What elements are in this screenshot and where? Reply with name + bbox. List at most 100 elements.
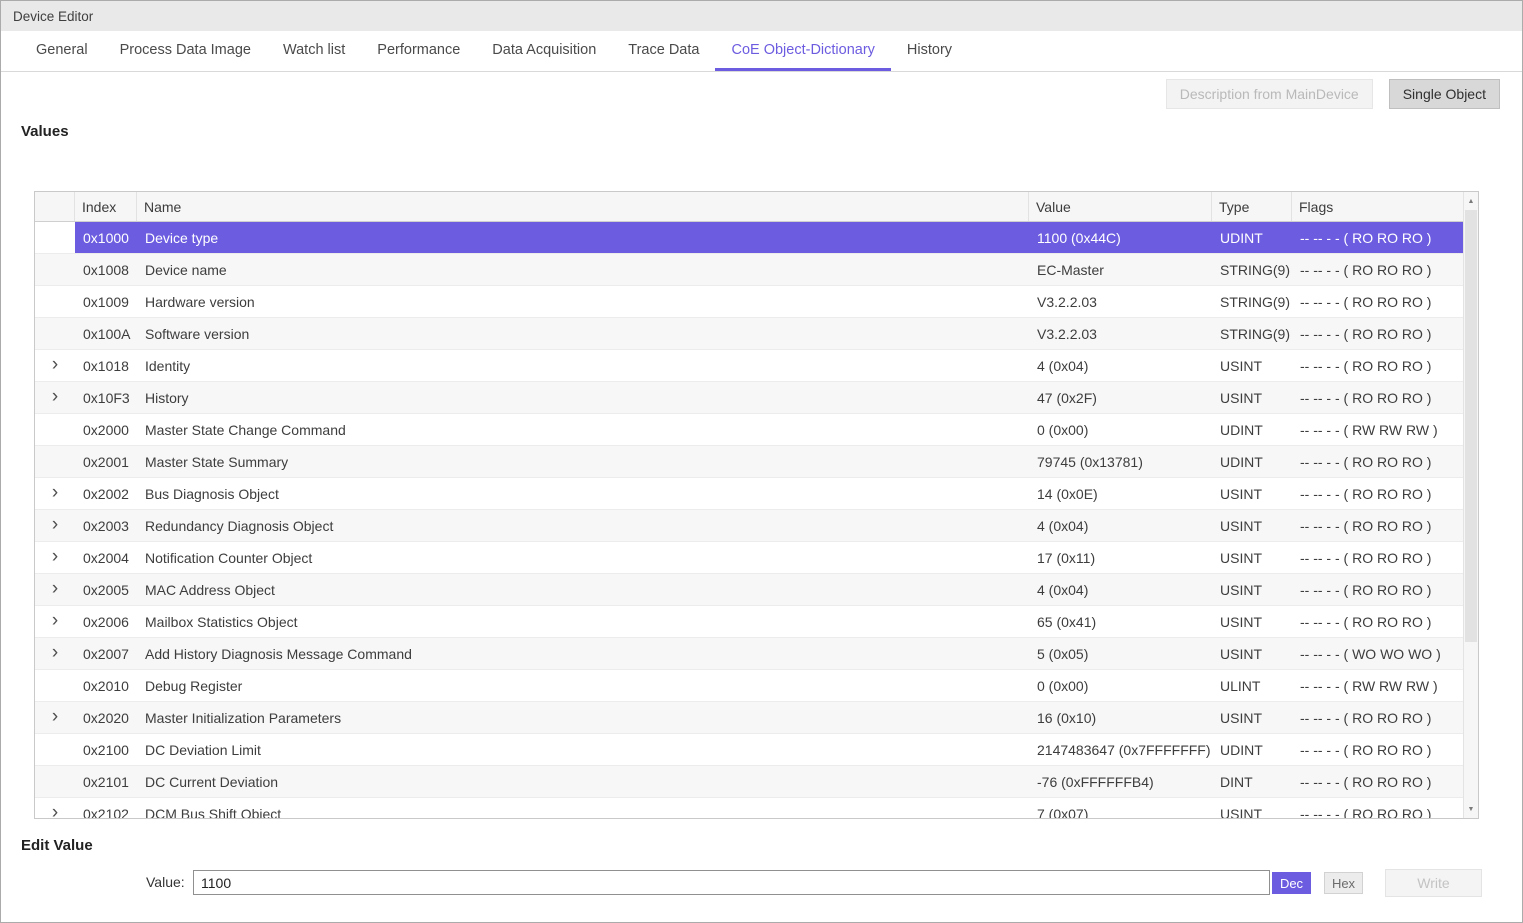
scrollbar-thumb[interactable]	[1465, 210, 1477, 642]
table-body: 0x1000Device type1100 (0x44C)UDINT-- -- …	[35, 222, 1463, 818]
table-row[interactable]: 0x1009Hardware versionV3.2.2.03STRING(9)…	[35, 286, 1463, 318]
row-value: -76 (0xFFFFFFB4)	[1029, 766, 1212, 797]
column-header-type[interactable]: Type	[1212, 192, 1292, 221]
tab-general[interactable]: General	[20, 31, 104, 71]
row-index: 0x100A	[75, 318, 137, 349]
row-type: DINT	[1212, 766, 1292, 797]
row-value: 4 (0x04)	[1029, 350, 1212, 381]
row-name: Notification Counter Object	[137, 542, 1029, 573]
toolbar: Description from MainDevice Single Objec…	[1166, 79, 1500, 109]
column-header-index[interactable]: Index	[75, 192, 137, 221]
row-name: Software version	[137, 318, 1029, 349]
table-row[interactable]: 0x1000Device type1100 (0x44C)UDINT-- -- …	[35, 222, 1463, 254]
expand-chevron-icon[interactable]: ›	[52, 707, 58, 726]
table-row[interactable]: ›0x2020Master Initialization Parameters1…	[35, 702, 1463, 734]
tab-watch-list[interactable]: Watch list	[267, 31, 361, 71]
expand-chevron-icon[interactable]: ›	[52, 547, 58, 566]
row-flags: -- -- - - ( RW RW RW )	[1292, 670, 1463, 701]
row-index: 0x2102	[75, 798, 137, 818]
expand-chevron-icon[interactable]: ›	[52, 483, 58, 502]
tab-history[interactable]: History	[891, 31, 968, 71]
tab-coe-object-dictionary[interactable]: CoE Object-Dictionary	[715, 31, 890, 71]
table-row[interactable]: ›0x2003Redundancy Diagnosis Object4 (0x0…	[35, 510, 1463, 542]
row-type: USINT	[1212, 638, 1292, 669]
table-row[interactable]: ›0x2005MAC Address Object4 (0x04)USINT--…	[35, 574, 1463, 606]
hex-button[interactable]: Hex	[1324, 872, 1363, 894]
expander-cell-empty	[35, 734, 75, 765]
row-flags: -- -- - - ( WO WO WO )	[1292, 638, 1463, 669]
expand-chevron-icon[interactable]: ›	[52, 515, 58, 534]
table-scrollbar[interactable]: ▲ ▼	[1463, 192, 1478, 818]
table-row[interactable]: ›0x2004Notification Counter Object17 (0x…	[35, 542, 1463, 574]
tab-performance[interactable]: Performance	[361, 31, 476, 71]
row-name: Mailbox Statistics Object	[137, 606, 1029, 637]
single-object-button[interactable]: Single Object	[1389, 79, 1500, 109]
expand-chevron-icon[interactable]: ›	[52, 355, 58, 374]
expander-cell: ›	[35, 574, 75, 605]
table-row[interactable]: 0x2101DC Current Deviation-76 (0xFFFFFFB…	[35, 766, 1463, 798]
value-field-label: Value:	[146, 874, 185, 890]
expand-chevron-icon[interactable]: ›	[52, 643, 58, 662]
row-type: USINT	[1212, 478, 1292, 509]
row-type: USINT	[1212, 542, 1292, 573]
table-row[interactable]: 0x2100DC Deviation Limit2147483647 (0x7F…	[35, 734, 1463, 766]
row-type: USINT	[1212, 574, 1292, 605]
row-type: UDINT	[1212, 222, 1292, 253]
table-main: IndexNameValueTypeFlags 0x1000Device typ…	[35, 192, 1463, 818]
value-input[interactable]	[193, 870, 1270, 895]
row-type: ULINT	[1212, 670, 1292, 701]
expander-cell: ›	[35, 382, 75, 413]
dec-button[interactable]: Dec	[1272, 872, 1311, 894]
table-row[interactable]: ›0x10F3History47 (0x2F)USINT-- -- - - ( …	[35, 382, 1463, 414]
tab-trace-data[interactable]: Trace Data	[612, 31, 715, 71]
tab-data-acquisition[interactable]: Data Acquisition	[476, 31, 612, 71]
coe-object-table: IndexNameValueTypeFlags 0x1000Device typ…	[34, 191, 1479, 819]
table-row[interactable]: ›0x2002Bus Diagnosis Object14 (0x0E)USIN…	[35, 478, 1463, 510]
row-type: UDINT	[1212, 734, 1292, 765]
row-type: USINT	[1212, 350, 1292, 381]
table-row[interactable]: 0x2001Master State Summary79745 (0x13781…	[35, 446, 1463, 478]
table-row[interactable]: ›0x1018Identity4 (0x04)USINT-- -- - - ( …	[35, 350, 1463, 382]
row-flags: -- -- - - ( RO RO RO )	[1292, 222, 1463, 253]
row-value: 0 (0x00)	[1029, 670, 1212, 701]
row-index: 0x2101	[75, 766, 137, 797]
scroll-up-icon[interactable]: ▲	[1464, 193, 1478, 209]
column-header-flags[interactable]: Flags	[1292, 192, 1463, 221]
row-value: 2147483647 (0x7FFFFFFF)	[1029, 734, 1212, 765]
row-index: 0x1009	[75, 286, 137, 317]
row-value: 7 (0x07)	[1029, 798, 1212, 818]
expand-chevron-icon[interactable]: ›	[52, 611, 58, 630]
row-type: STRING(9)	[1212, 318, 1292, 349]
row-type: STRING(9)	[1212, 254, 1292, 285]
row-type: USINT	[1212, 702, 1292, 733]
table-row[interactable]: ›0x2102DCM Bus Shift Object7 (0x07)USINT…	[35, 798, 1463, 818]
scroll-down-icon[interactable]: ▼	[1464, 801, 1478, 817]
row-flags: -- -- - - ( RO RO RO )	[1292, 350, 1463, 381]
expand-chevron-icon[interactable]: ›	[52, 803, 58, 818]
row-type: USINT	[1212, 606, 1292, 637]
table-row[interactable]: 0x2000Master State Change Command0 (0x00…	[35, 414, 1463, 446]
expander-cell-empty	[35, 446, 75, 477]
row-index: 0x10F3	[75, 382, 137, 413]
row-value: 79745 (0x13781)	[1029, 446, 1212, 477]
table-row[interactable]: 0x2010Debug Register0 (0x00)ULINT-- -- -…	[35, 670, 1463, 702]
expand-chevron-icon[interactable]: ›	[52, 579, 58, 598]
table-row[interactable]: ›0x2007Add History Diagnosis Message Com…	[35, 638, 1463, 670]
write-button[interactable]: Write	[1385, 869, 1482, 897]
row-flags: -- -- - - ( RO RO RO )	[1292, 254, 1463, 285]
column-header-value[interactable]: Value	[1029, 192, 1212, 221]
table-row[interactable]: 0x1008Device nameEC-MasterSTRING(9)-- --…	[35, 254, 1463, 286]
expander-cell-empty	[35, 414, 75, 445]
window-titlebar: Device Editor	[1, 1, 1522, 31]
row-name: Add History Diagnosis Message Command	[137, 638, 1029, 669]
row-index: 0x2020	[75, 702, 137, 733]
expand-chevron-icon[interactable]: ›	[52, 387, 58, 406]
row-value: 4 (0x04)	[1029, 574, 1212, 605]
row-flags: -- -- - - ( RO RO RO )	[1292, 574, 1463, 605]
tab-process-data-image[interactable]: Process Data Image	[104, 31, 267, 71]
table-row[interactable]: 0x100ASoftware versionV3.2.2.03STRING(9)…	[35, 318, 1463, 350]
column-header-name[interactable]: Name	[137, 192, 1029, 221]
description-from-maindevice-button[interactable]: Description from MainDevice	[1166, 79, 1373, 109]
table-row[interactable]: ›0x2006Mailbox Statistics Object65 (0x41…	[35, 606, 1463, 638]
row-flags: -- -- - - ( RO RO RO )	[1292, 446, 1463, 477]
